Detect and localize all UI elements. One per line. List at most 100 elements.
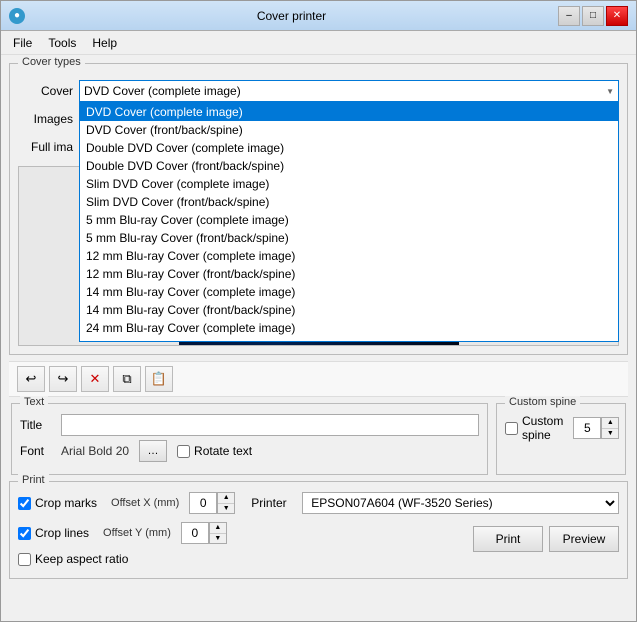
menu-bar: File Tools Help (1, 31, 636, 55)
printer-label: Printer (251, 496, 296, 510)
maximize-button[interactable]: □ (582, 6, 604, 26)
cover-label: Cover (18, 84, 73, 98)
main-content: Cover types Cover DVD Cover (complete im… (1, 55, 636, 621)
cover-types-group: Cover types Cover DVD Cover (complete im… (9, 63, 628, 355)
font-browse-button[interactable]: … (139, 440, 167, 462)
action-buttons: Print Preview (251, 526, 619, 552)
list-item[interactable]: Double DVD Cover (front/back/spine) (80, 157, 618, 175)
undo-button[interactable]: ↩ (17, 366, 45, 392)
cover-dropdown-container: DVD Cover (complete image) ▼ DVD Cover (… (79, 80, 619, 102)
crop-marks-label[interactable]: Crop marks (18, 496, 97, 510)
minimize-button[interactable]: – (558, 6, 580, 26)
delete-button[interactable]: ✕ (81, 366, 109, 392)
crop-lines-label[interactable]: Crop lines (18, 526, 89, 540)
print-group-label: Print (18, 474, 49, 486)
list-item[interactable]: 12 mm Blu-ray Cover (complete image) (80, 247, 618, 265)
window-icon: ● (9, 8, 25, 24)
print-right: Printer EPSON07A604 (WF-3520 Series) Pri… (251, 492, 619, 552)
toolbar: ↩ ↪ ✕ ⧉ 📋 (9, 361, 628, 397)
dropdown-arrow-icon: ▼ (606, 87, 614, 96)
redo-button[interactable]: ↪ (49, 366, 77, 392)
offset-y-spinner: ▲ ▼ (181, 522, 227, 544)
keep-aspect-text: Keep aspect ratio (35, 552, 128, 566)
crop-marks-row: Crop marks Offset X (mm) ▲ ▼ (18, 492, 235, 514)
cover-dropdown-list[interactable]: DVD Cover (complete image) DVD Cover (fr… (79, 102, 619, 342)
crop-lines-row: Crop lines Offset Y (mm) ▲ ▼ (18, 522, 235, 544)
printer-select[interactable]: EPSON07A604 (WF-3520 Series) (302, 492, 619, 514)
keep-aspect-row: Keep aspect ratio (18, 552, 235, 566)
rotate-text-checkbox[interactable] (177, 445, 190, 458)
list-item[interactable]: DVD Cover (complete image) (80, 103, 618, 121)
print-button[interactable]: Print (473, 526, 543, 552)
preview-button[interactable]: Preview (549, 526, 619, 552)
text-group-label: Text (20, 396, 48, 408)
close-button[interactable]: ✕ (606, 6, 628, 26)
custom-spine-row: Custom spine ▲ ▼ (505, 414, 617, 442)
list-item[interactable]: Slim DVD Cover (complete image) (80, 175, 618, 193)
title-input[interactable] (61, 414, 479, 436)
rotate-text-checkbox-label[interactable]: Rotate text (177, 444, 252, 458)
crop-marks-checkbox[interactable] (18, 497, 31, 510)
list-item[interactable]: DVD Cover (front/back/spine) (80, 121, 618, 139)
offset-x-input[interactable] (189, 492, 217, 514)
list-item[interactable]: 24 mm Blu-ray Cover (complete image) (80, 319, 618, 337)
offset-y-input[interactable] (181, 522, 209, 544)
cover-selected: DVD Cover (complete image) (84, 84, 241, 98)
offset-y-arrows: ▲ ▼ (209, 522, 227, 544)
menu-file[interactable]: File (5, 34, 40, 52)
window-title: Cover printer (25, 9, 558, 23)
menu-help[interactable]: Help (84, 34, 125, 52)
offset-y-up-button[interactable]: ▲ (210, 523, 226, 534)
print-group: Print Crop marks Offset X (mm) ▲ (9, 481, 628, 579)
copy-button[interactable]: ⧉ (113, 366, 141, 392)
rotate-text-label: Rotate text (194, 444, 252, 458)
window-controls: – □ ✕ (558, 6, 628, 26)
custom-spine-label: Custom spine (522, 414, 563, 442)
list-item[interactable]: 5 mm Blu-ray Cover (front/back/spine) (80, 229, 618, 247)
print-inner: Crop marks Offset X (mm) ▲ ▼ (18, 492, 619, 570)
cover-row: Cover DVD Cover (complete image) ▼ DVD C… (18, 80, 619, 102)
custom-spine-value[interactable] (573, 417, 601, 439)
spin-down-button[interactable]: ▼ (602, 429, 618, 439)
title-bar: ● Cover printer – □ ✕ (1, 1, 636, 31)
menu-tools[interactable]: Tools (40, 34, 84, 52)
custom-spine-group: Custom spine Custom spine ▲ ▼ (496, 403, 626, 475)
title-label: Title (20, 418, 55, 432)
paste-button[interactable]: 📋 (145, 366, 173, 392)
offset-y-down-button[interactable]: ▼ (210, 534, 226, 544)
crop-lines-checkbox[interactable] (18, 527, 31, 540)
list-item[interactable]: 24 mm Blu-ray Cover (front/back/spine) (80, 337, 618, 342)
offset-x-down-button[interactable]: ▼ (218, 504, 234, 514)
keep-aspect-label[interactable]: Keep aspect ratio (18, 552, 128, 566)
crop-lines-text: Crop lines (35, 526, 89, 540)
images-label: Images (18, 112, 73, 126)
custom-spine-checkbox[interactable] (505, 422, 518, 435)
main-window: ● Cover printer – □ ✕ File Tools Help Co… (0, 0, 637, 622)
text-group: Text Title Font Arial Bold 20 … Rotate t… (11, 403, 488, 475)
font-label: Font (20, 444, 55, 458)
text-spine-row: Text Title Font Arial Bold 20 … Rotate t… (9, 403, 628, 475)
title-row: Title (20, 414, 479, 436)
list-item[interactable]: Slim DVD Cover (front/back/spine) (80, 193, 618, 211)
offset-x-up-button[interactable]: ▲ (218, 493, 234, 504)
offset-y-label: Offset Y (mm) (103, 527, 171, 539)
full-image-label: Full ima (18, 140, 73, 154)
offset-x-spinner: ▲ ▼ (189, 492, 235, 514)
custom-spine-arrows: ▲ ▼ (601, 417, 619, 439)
custom-spine-checkbox-label[interactable]: Custom spine (505, 414, 563, 442)
custom-spine-group-label: Custom spine (505, 396, 580, 408)
list-item[interactable]: 12 mm Blu-ray Cover (front/back/spine) (80, 265, 618, 283)
crop-marks-text: Crop marks (35, 496, 97, 510)
spin-up-button[interactable]: ▲ (602, 418, 618, 429)
list-item[interactable]: Double DVD Cover (complete image) (80, 139, 618, 157)
list-item[interactable]: 14 mm Blu-ray Cover (complete image) (80, 283, 618, 301)
cover-dropdown[interactable]: DVD Cover (complete image) ▼ (79, 80, 619, 102)
offset-x-arrows: ▲ ▼ (217, 492, 235, 514)
cover-types-label: Cover types (18, 56, 85, 68)
keep-aspect-checkbox[interactable] (18, 553, 31, 566)
list-item[interactable]: 14 mm Blu-ray Cover (front/back/spine) (80, 301, 618, 319)
offset-x-label: Offset X (mm) (111, 497, 179, 509)
list-item[interactable]: 5 mm Blu-ray Cover (complete image) (80, 211, 618, 229)
print-left: Crop marks Offset X (mm) ▲ ▼ (18, 492, 235, 570)
font-row: Font Arial Bold 20 … Rotate text (20, 440, 479, 462)
